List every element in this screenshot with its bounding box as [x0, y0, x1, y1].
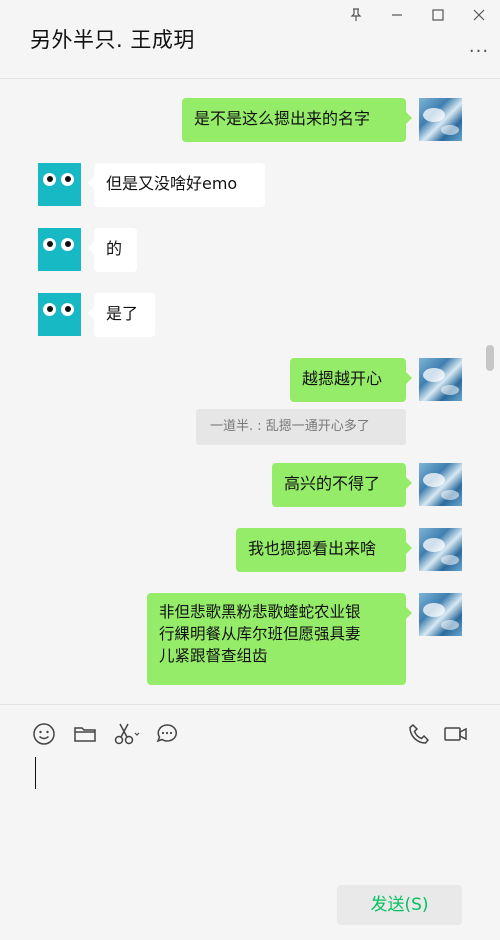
- message-bubble-received[interactable]: 是了: [88, 293, 155, 337]
- maximize-icon[interactable]: [427, 4, 449, 26]
- chat-history-icon[interactable]: [154, 721, 180, 747]
- avatar-self[interactable]: [419, 463, 462, 506]
- quoted-message[interactable]: 一道半. : 乱摁一通开心多了: [196, 409, 406, 445]
- message-list[interactable]: 是不是这么摁出来的名字 但是又没啥好emo 的 是了 越摁越开心 一道半. : …: [0, 79, 500, 704]
- message-bubble-sent[interactable]: 越摁越开心: [290, 358, 412, 402]
- message-bubble-received[interactable]: 但是又没啥好emo: [88, 163, 265, 207]
- message-text-line: 非但悲歌黑粉悲歌蝰蛇农业银: [159, 603, 361, 621]
- message-text: 的: [106, 239, 123, 258]
- message-text: 是了: [106, 304, 139, 323]
- message-text: 是不是这么摁出来的名字: [194, 109, 371, 128]
- pin-icon[interactable]: [345, 4, 367, 26]
- avatar-contact[interactable]: [38, 228, 81, 271]
- minimize-icon[interactable]: [386, 4, 408, 26]
- message-text-line: 行綶明餐从库尔班但愿强具妻: [159, 625, 361, 643]
- video-icon[interactable]: [442, 721, 470, 747]
- avatar-contact[interactable]: [38, 163, 81, 206]
- chat-title: 另外半只. 王成玥: [30, 28, 195, 52]
- title-bar: 另外半只. 王成玥 ...: [0, 0, 500, 79]
- message-bubble-received[interactable]: 的: [88, 228, 137, 272]
- compose-panel: 发送(S): [0, 704, 500, 940]
- message-bubble-sent[interactable]: 非但悲歌黑粉悲歌蝰蛇农业银 行綶明餐从库尔班但愿强具妻 儿紧跟督查组齿: [147, 593, 412, 685]
- message-input[interactable]: [30, 755, 470, 875]
- close-icon[interactable]: [468, 4, 490, 26]
- message-text: 高兴的不得了: [284, 474, 381, 493]
- message-bubble-sent[interactable]: 高兴的不得了: [272, 463, 412, 507]
- avatar-self[interactable]: [419, 98, 462, 141]
- text-cursor: [35, 757, 36, 789]
- avatar-contact[interactable]: [38, 293, 81, 336]
- send-button[interactable]: 发送(S): [337, 885, 462, 925]
- folder-icon[interactable]: [72, 721, 98, 747]
- emoji-icon[interactable]: [31, 721, 57, 747]
- scrollbar-thumb[interactable]: [486, 345, 494, 371]
- message-text: 越摁越开心: [302, 369, 383, 388]
- scissors-icon[interactable]: [112, 721, 142, 747]
- message-bubble-sent[interactable]: 我也摁摁看出来啥: [236, 528, 412, 572]
- message-text: 但是又没啥好emo: [106, 174, 238, 193]
- avatar-self[interactable]: [419, 528, 462, 571]
- more-options-button[interactable]: ...: [468, 36, 490, 57]
- phone-icon[interactable]: [406, 721, 432, 747]
- avatar-self[interactable]: [419, 358, 462, 401]
- avatar-self[interactable]: [419, 593, 462, 636]
- message-text-line: 儿紧跟督查组齿: [159, 647, 268, 665]
- message-bubble-sent[interactable]: 是不是这么摁出来的名字: [182, 98, 412, 142]
- message-text: 我也摁摁看出来啥: [248, 539, 377, 558]
